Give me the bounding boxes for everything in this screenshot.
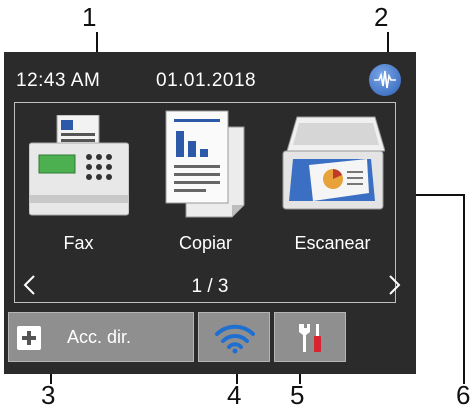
scan-label: Escanear	[294, 233, 371, 253]
callout-6: 6	[456, 380, 471, 410]
status-wave-button[interactable]	[369, 64, 401, 96]
copy-label: Copiar	[178, 233, 233, 253]
fax-icon	[29, 115, 129, 216]
shortcut-label: Acc. dir.	[67, 327, 132, 347]
pager: 1 / 3	[4, 268, 416, 304]
scan-icon	[282, 116, 385, 210]
tools-icon	[299, 324, 321, 352]
touchscreen: 12:43 AM 01.01.2018 Fax Copiar Escanear …	[4, 52, 416, 374]
waveform-icon	[374, 70, 396, 89]
wifi-icon	[215, 324, 255, 354]
callout-4: 4	[227, 380, 242, 410]
callout-2: 2	[374, 2, 389, 32]
settings-button[interactable]	[274, 312, 346, 362]
callout-5: 5	[290, 380, 305, 410]
page-indicator: 1 / 3	[191, 276, 229, 297]
copy-icon	[165, 110, 245, 218]
callout-3: 3	[41, 380, 56, 410]
callout-1: 1	[82, 2, 97, 32]
plus-icon	[17, 326, 41, 350]
bottom-toolbar: Acc. dir.	[8, 312, 412, 368]
fax-label: Fax	[63, 233, 94, 253]
status-time: 12:43 AM	[16, 70, 101, 91]
wifi-button[interactable]	[198, 312, 270, 362]
chevron-right-icon[interactable]	[388, 274, 402, 296]
shortcut-button[interactable]: Acc. dir.	[8, 312, 194, 362]
leader-line-6b	[463, 194, 465, 384]
status-date: 01.01.2018	[156, 70, 257, 91]
